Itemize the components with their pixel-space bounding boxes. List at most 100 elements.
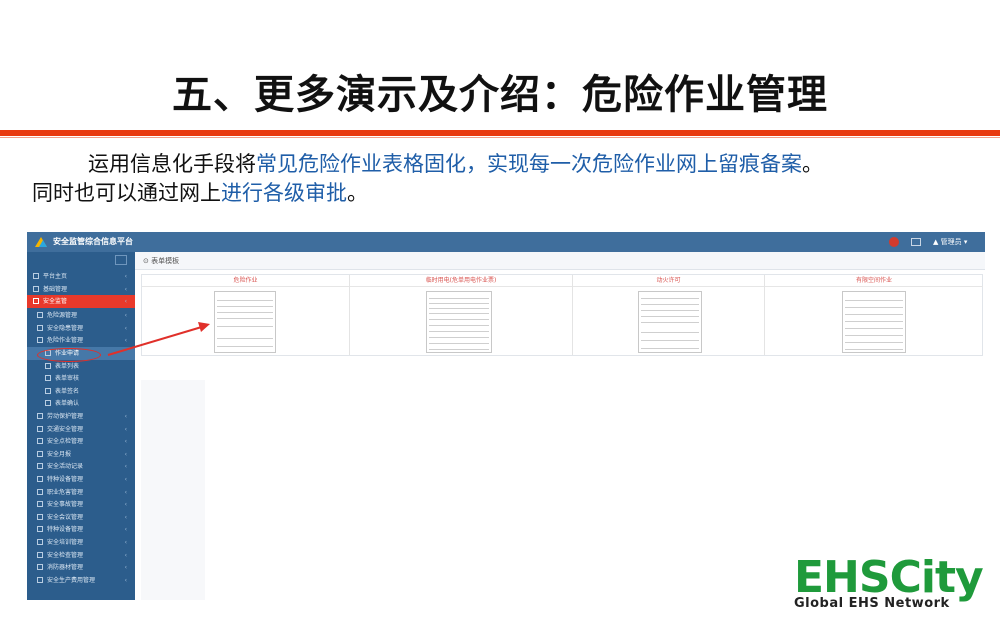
sidebar-item[interactable]: 安全会议管理 ‹ bbox=[27, 511, 135, 524]
menu-item-icon bbox=[33, 298, 39, 305]
template-panel: 危险作业 临时用电(危单用电作业票) 动火许可 有限空间作业 bbox=[141, 274, 983, 356]
sidebar-item[interactable]: 劳动保护管理 ‹ bbox=[27, 410, 135, 423]
sidebar-item-label: 职业危害管理 bbox=[47, 488, 84, 496]
sidebar-item[interactable]: 交通安全管理 ‹ bbox=[27, 423, 135, 436]
chevron-icon: ‹ bbox=[124, 285, 127, 293]
sidebar-item[interactable]: 职业危害管理 ‹ bbox=[27, 486, 135, 499]
logo-main: EHSCity bbox=[794, 552, 984, 603]
chevron-icon: ‹ bbox=[124, 324, 127, 332]
intro-highlight-2: 进行各级审批 bbox=[221, 181, 347, 205]
sidebar-item[interactable]: 特种设备管理 ‹ bbox=[27, 523, 135, 536]
sidebar-item-label: 安全生产费用管理 bbox=[47, 576, 96, 584]
menu-item-icon bbox=[45, 400, 51, 407]
menu-item-icon bbox=[45, 375, 51, 382]
menu-item-icon bbox=[37, 425, 43, 432]
notification-icon[interactable] bbox=[889, 237, 899, 247]
sidebar-item-label: 安全监管 bbox=[43, 298, 68, 306]
sidebar-item[interactable]: 表单签名 bbox=[27, 385, 135, 398]
sidebar-item-label: 安全会议管理 bbox=[47, 513, 84, 521]
sidebar-item-label: 安全事故管理 bbox=[47, 501, 84, 509]
menu-item-icon bbox=[37, 564, 43, 571]
sidebar-item[interactable]: 表单列表 bbox=[27, 360, 135, 373]
sidebar-item[interactable]: 表单确认 bbox=[27, 397, 135, 410]
menu-item-icon bbox=[37, 312, 43, 319]
form-thumbnail-hazard[interactable] bbox=[214, 291, 276, 353]
menu-item-icon bbox=[37, 526, 43, 533]
menu-item-icon bbox=[37, 576, 43, 583]
sidebar-item[interactable]: 安全监管 ‹ bbox=[27, 295, 135, 309]
sidebar-item-label: 交通安全管理 bbox=[47, 425, 84, 433]
ehscity-logo: EHSCity Global EHS Network bbox=[794, 552, 990, 612]
chevron-icon: ‹ bbox=[124, 526, 127, 534]
app-name: 安全监管综合信息平台 bbox=[53, 237, 133, 246]
chevron-icon: ‹ bbox=[124, 463, 127, 471]
sidebar-item[interactable]: 基础管理 ‹ bbox=[27, 283, 135, 296]
sidebar-item[interactable]: 消防器材管理 ‹ bbox=[27, 561, 135, 574]
content-area: ⊙ 表单模板 危险作业 临时用电(危单用电作业票) 动火许可 有限空间作业 bbox=[135, 252, 985, 600]
form-thumbnail-temp-power[interactable] bbox=[426, 291, 492, 353]
sidebar-item[interactable]: 表单审核 bbox=[27, 372, 135, 385]
content-header: ⊙ 表单模板 bbox=[135, 252, 985, 270]
menu-item-icon bbox=[37, 501, 43, 508]
chevron-icon: ‹ bbox=[124, 488, 127, 496]
sidebar-item[interactable]: 安全检查管理 ‹ bbox=[27, 549, 135, 562]
chevron-icon: ‹ bbox=[124, 564, 127, 572]
menu-item-icon bbox=[37, 513, 43, 520]
column-header-hot-work[interactable]: 动火许可 bbox=[573, 275, 764, 287]
chevron-icon: ‹ bbox=[124, 413, 127, 420]
sidebar-item-label: 安全检查管理 bbox=[47, 551, 84, 559]
menu-item-icon bbox=[37, 488, 43, 495]
sidebar-item[interactable]: 安全隐患管理 ‹ bbox=[27, 322, 135, 335]
chevron-icon: ‹ bbox=[124, 298, 127, 306]
chevron-icon: ‹ bbox=[124, 576, 127, 584]
form-thumbnail-confined-space[interactable] bbox=[842, 291, 906, 353]
menu-item-icon bbox=[37, 539, 43, 545]
user-menu[interactable]: ▲ 管理员 ▾ bbox=[933, 237, 967, 247]
chevron-icon: ‹ bbox=[124, 425, 127, 433]
sidebar-item-label: 表单签名 bbox=[55, 387, 80, 395]
highlight-oval bbox=[37, 348, 101, 362]
sidebar-item[interactable]: 安全活动记录 ‹ bbox=[27, 460, 135, 473]
sidebar-item-label: 特种设备管理 bbox=[47, 476, 84, 483]
chevron-icon: ‹ bbox=[124, 273, 127, 280]
sidebar-item[interactable]: 平台主页 ‹ bbox=[27, 270, 135, 283]
intro-text: 运用信息化手段将常见危险作业表格固化，实现每一次危险作业网上留痕备案。 同时也可… bbox=[32, 150, 982, 208]
sidebar-item[interactable]: 危险源管理 ‹ bbox=[27, 309, 135, 322]
menu-item-icon bbox=[37, 463, 43, 470]
column-header-confined-space[interactable]: 有限空间作业 bbox=[765, 275, 983, 287]
sidebar-item[interactable]: 安全点检管理 ‹ bbox=[27, 435, 135, 448]
chevron-icon: ‹ bbox=[124, 551, 127, 559]
chevron-icon: ‹ bbox=[124, 450, 127, 458]
sidebar-item-label: 安全隐患管理 bbox=[47, 324, 84, 332]
sidebar-item-label: 安全活动记录 bbox=[47, 463, 84, 471]
message-icon[interactable] bbox=[911, 238, 921, 246]
sidebar-item[interactable]: 安全月报 ‹ bbox=[27, 448, 135, 461]
column-header-temp-power[interactable]: 临时用电(危单用电作业票) bbox=[350, 275, 572, 287]
sidebar-item-label: 安全点检管理 bbox=[47, 438, 84, 446]
title-rule bbox=[0, 130, 1000, 136]
sidebar-item[interactable]: 安全生产费用管理 ‹ bbox=[27, 574, 135, 587]
breadcrumb: ⊙ 表单模板 bbox=[143, 257, 180, 265]
sidebar-item-label: 平台主页 bbox=[43, 273, 68, 280]
chevron-icon: ‹ bbox=[124, 539, 127, 546]
sidebar-item-label: 危险作业管理 bbox=[47, 337, 84, 345]
menu-item-icon bbox=[37, 438, 43, 445]
sidebar-item-label: 表单确认 bbox=[55, 400, 80, 408]
column-divider bbox=[572, 275, 573, 355]
sidebar-item[interactable]: 特种设备管理 ‹ bbox=[27, 473, 135, 486]
sidebar-item[interactable]: 安全培训管理 ‹ bbox=[27, 536, 135, 549]
sidebar-item[interactable]: 安全事故管理 ‹ bbox=[27, 498, 135, 511]
sidebar-toggle-icon[interactable] bbox=[115, 255, 127, 265]
column-divider bbox=[764, 275, 765, 355]
menu-item-icon bbox=[37, 551, 43, 558]
app-logo-icon bbox=[35, 237, 47, 247]
menu-item-icon bbox=[37, 324, 43, 331]
sidebar-item-label: 消防器材管理 bbox=[47, 564, 84, 572]
sidebar-item-label: 劳动保护管理 bbox=[47, 413, 84, 420]
column-header-hazard-work[interactable]: 危险作业 bbox=[142, 275, 349, 287]
sidebar-item[interactable]: 危险作业管理 ‹ bbox=[27, 334, 135, 347]
menu-item-icon bbox=[37, 450, 43, 457]
menu-item-icon bbox=[37, 337, 43, 344]
menu-item-icon bbox=[45, 387, 51, 394]
form-thumbnail-hot-work[interactable] bbox=[638, 291, 702, 353]
